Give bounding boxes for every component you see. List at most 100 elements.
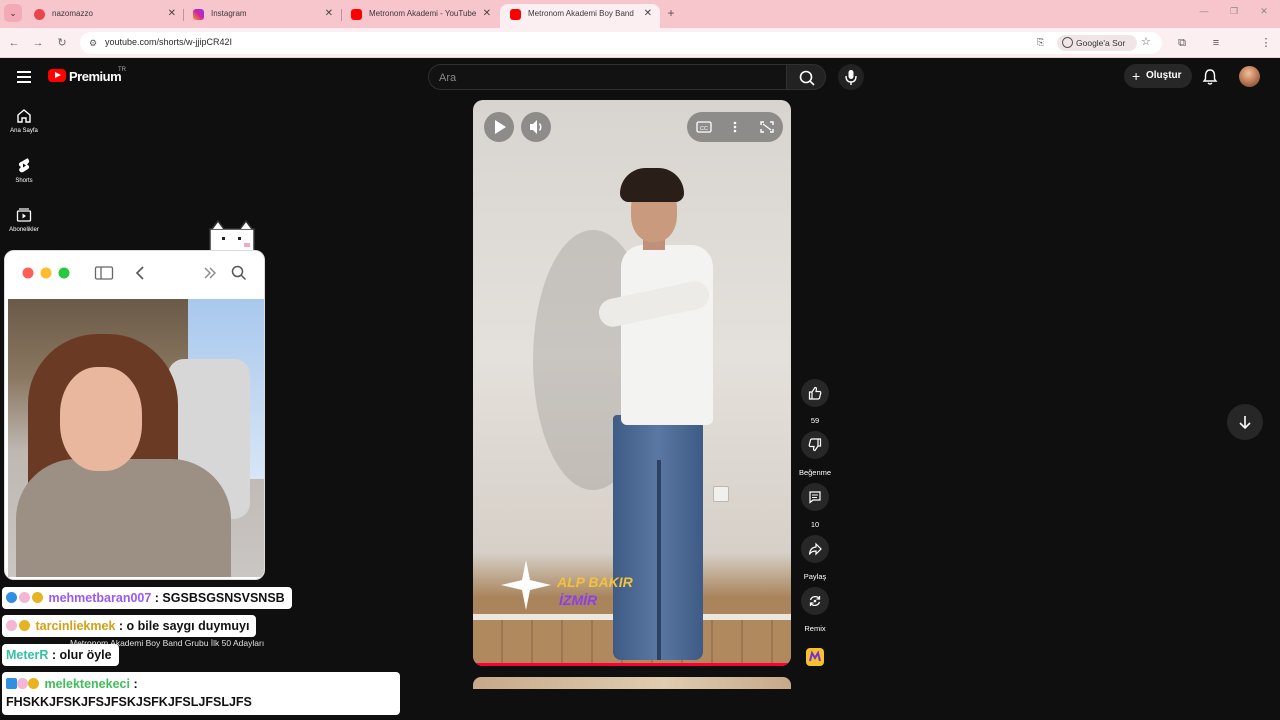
reload-button[interactable]: ↻	[54, 35, 70, 51]
badge-icon	[17, 678, 28, 689]
webcam-feed	[8, 299, 264, 577]
media-controls-icon[interactable]: ≡	[1208, 35, 1224, 51]
tab-label: Metronom Akademi - YouTube	[369, 9, 477, 18]
extensions-icon[interactable]: ⧉	[1174, 35, 1190, 51]
url-text[interactable]: youtube.com/shorts/w-jjipCR42I	[105, 37, 232, 47]
google-sor-button[interactable]: Google'a Sor	[1057, 35, 1137, 51]
chat-message: tarcinliekmek : o bile saygı duymuyı	[2, 615, 257, 637]
remix-label: Remix	[804, 624, 826, 633]
sidebar-item-subscriptions[interactable]: Abonelikler	[0, 207, 48, 233]
back-arrow-icon[interactable]	[133, 265, 147, 281]
site-info-icon[interactable]: ⚙	[86, 36, 100, 50]
badge-icon	[32, 592, 43, 603]
sidebar-item-label: Ana Sayfa	[10, 128, 38, 134]
tab-nazomazzo[interactable]: nazomazzo ✕	[24, 4, 184, 28]
share-label: Paylaş	[803, 572, 827, 581]
tab-metronom-youtube[interactable]: Metronom Akademi - YouTube ✕	[341, 4, 499, 28]
person-shirt	[621, 245, 713, 425]
chat-username: melektenekeci	[44, 677, 130, 691]
music-logo-icon	[809, 650, 821, 662]
chat-message: melektenekeci : FHSKKJFSKJFSJFSKJSFKJFSL…	[2, 672, 400, 715]
badge-icon	[19, 592, 30, 603]
subscriptions-icon	[16, 208, 32, 222]
instagram-icon	[193, 9, 204, 20]
next-short-preview[interactable]	[473, 677, 791, 689]
search-input[interactable]	[439, 69, 769, 87]
close-icon[interactable]: ✕	[325, 4, 333, 24]
notifications-button[interactable]	[1201, 68, 1219, 86]
play-button[interactable]	[484, 112, 514, 142]
more-options-icon[interactable]	[727, 120, 743, 134]
chat-message: mehmetbaran007 : SGSBSGSNSVSNSB	[2, 587, 292, 609]
close-icon[interactable]: ✕	[483, 4, 491, 24]
back-button[interactable]: ←	[6, 35, 22, 51]
badge-icon	[28, 678, 39, 689]
wall-outlet	[713, 486, 729, 502]
install-app-icon[interactable]: ⎘	[1037, 37, 1049, 49]
minimize-button[interactable]: —	[1194, 6, 1214, 16]
tab-label: Metronom Akademi Boy Band	[528, 9, 634, 18]
window-close-button[interactable]: ✕	[1254, 6, 1274, 17]
bookmark-star-icon[interactable]: ☆	[1141, 35, 1151, 48]
sidebar-item-label: Abonelikler	[9, 227, 39, 233]
sidebar-item-label: Shorts	[15, 178, 33, 184]
share-button[interactable]: Paylaş	[801, 535, 829, 581]
forward-button[interactable]: →	[30, 35, 46, 51]
video-progress-bar[interactable]	[473, 663, 791, 666]
youtube-logo-icon[interactable]	[48, 69, 66, 82]
comments-button[interactable]: 10	[801, 483, 829, 529]
close-icon[interactable]: ✕	[168, 4, 176, 24]
player-controls-pill: CC	[687, 112, 783, 142]
captions-icon[interactable]: CC	[696, 120, 712, 134]
shorts-video-player[interactable]: CC ALP BAKIR İZMİR	[473, 100, 791, 666]
lens-icon	[1062, 37, 1073, 48]
chat-username: MeterR	[6, 648, 49, 662]
person-jeans-gap	[657, 460, 661, 660]
twitch-like-icon	[34, 9, 45, 20]
next-short-button[interactable]	[1227, 404, 1263, 440]
remix-icon	[809, 595, 821, 607]
search-icon	[799, 70, 815, 86]
dislike-label: Beğenme	[798, 468, 832, 477]
fullscreen-icon[interactable]	[759, 120, 775, 134]
close-icon[interactable]: ✕	[644, 4, 652, 24]
search-icon[interactable]	[231, 265, 247, 281]
arrow-down-icon	[1239, 416, 1251, 430]
chat-text: :	[133, 677, 138, 691]
create-label: Oluştur	[1146, 70, 1182, 81]
search-box	[428, 64, 786, 90]
webcam-face	[60, 367, 142, 471]
browser-menu-icon[interactable]: ⋮	[1258, 35, 1274, 51]
menu-icon[interactable]	[17, 71, 31, 83]
search-button[interactable]	[786, 64, 826, 90]
plus-icon: +	[1132, 68, 1141, 84]
bell-icon	[1202, 69, 1218, 85]
badge-icon	[6, 592, 17, 603]
sidebar-item-shorts[interactable]: Shorts	[0, 157, 48, 184]
remix-button[interactable]: Remix	[801, 587, 829, 633]
tab-boy-band[interactable]: Metronom Akademi Boy Band ✕	[500, 4, 660, 28]
tab-instagram[interactable]: Instagram ✕	[183, 4, 341, 28]
sidebar-item-home[interactable]: Ana Sayfa	[0, 108, 48, 134]
sound-thumbnail[interactable]	[806, 648, 824, 666]
dislike-button[interactable]: Beğenme	[799, 431, 831, 477]
account-avatar[interactable]	[1239, 66, 1260, 87]
sidebar-toggle-icon[interactable]	[94, 265, 114, 281]
youtube-premium-wordmark[interactable]: Premium	[69, 69, 122, 84]
mute-button[interactable]	[521, 112, 551, 142]
voice-search-button[interactable]	[838, 64, 864, 90]
webcam-sweater	[16, 459, 231, 577]
double-chevron-icon[interactable]	[202, 266, 218, 280]
like-button[interactable]: 59	[801, 379, 829, 425]
omnibox[interactable]: ⚙ youtube.com/shorts/w-jjipCR42I ⎘ Googl…	[80, 32, 1162, 54]
window-traffic-lights[interactable]	[21, 266, 71, 280]
maximize-button[interactable]: ❐	[1224, 6, 1244, 17]
new-tab-button[interactable]: +	[664, 4, 678, 22]
tab-search-button[interactable]: ⌄	[4, 4, 22, 22]
webcam-window	[4, 250, 265, 580]
person-hair	[620, 168, 684, 202]
like-count: 59	[810, 416, 820, 425]
create-button[interactable]: + Oluştur	[1124, 64, 1192, 88]
screen: ⌄ nazomazzo ✕ Instagram ✕ Metronom Akade…	[0, 0, 1280, 720]
chat-text: : o bile saygı duymuyı	[118, 619, 250, 633]
